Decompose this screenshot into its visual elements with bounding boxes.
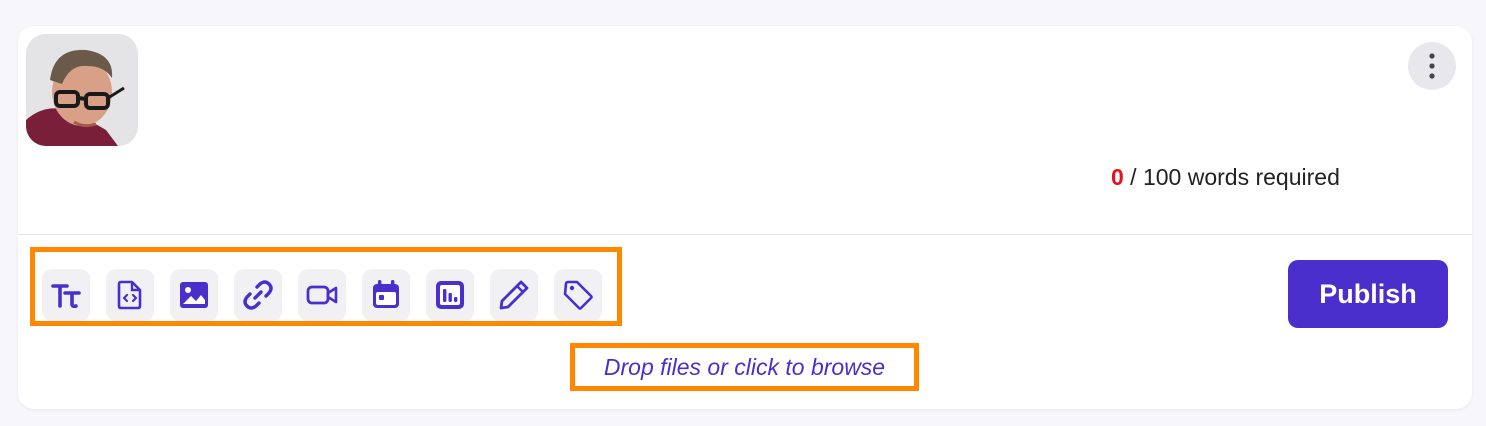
chart-icon bbox=[436, 281, 464, 309]
pencil-icon bbox=[499, 280, 529, 310]
post-composer-card: 0 / 100 words required Publish Drop file… bbox=[18, 26, 1472, 409]
link-icon bbox=[243, 280, 273, 310]
text-format-button[interactable] bbox=[42, 269, 90, 321]
video-icon bbox=[306, 285, 338, 305]
video-button[interactable] bbox=[298, 269, 346, 321]
tag-button[interactable] bbox=[554, 269, 602, 321]
avatar-photo bbox=[26, 34, 138, 146]
more-vertical-icon bbox=[1429, 53, 1435, 79]
file-dropzone[interactable]: Drop files or click to browse bbox=[570, 343, 919, 391]
formatting-toolbar bbox=[30, 247, 622, 326]
calendar-icon bbox=[373, 280, 399, 308]
avatar bbox=[26, 34, 138, 146]
word-count-status: 0 / 100 words required bbox=[1111, 164, 1340, 191]
code-file-button[interactable] bbox=[106, 269, 154, 321]
word-count-current: 0 bbox=[1111, 164, 1124, 190]
pencil-button[interactable] bbox=[490, 269, 538, 321]
code-file-icon bbox=[117, 280, 142, 310]
image-button[interactable] bbox=[170, 269, 218, 321]
text-format-icon bbox=[51, 284, 81, 309]
divider bbox=[18, 234, 1472, 235]
image-icon bbox=[180, 282, 208, 308]
calendar-button[interactable] bbox=[362, 269, 410, 321]
publish-button[interactable]: Publish bbox=[1288, 260, 1448, 328]
more-options-button[interactable] bbox=[1408, 42, 1456, 90]
word-count-requirement: / 100 words required bbox=[1123, 164, 1340, 190]
dropzone-label: Drop files or click to browse bbox=[603, 353, 886, 380]
chart-button[interactable] bbox=[426, 269, 474, 321]
tag-icon bbox=[563, 280, 593, 310]
link-button[interactable] bbox=[234, 269, 282, 321]
